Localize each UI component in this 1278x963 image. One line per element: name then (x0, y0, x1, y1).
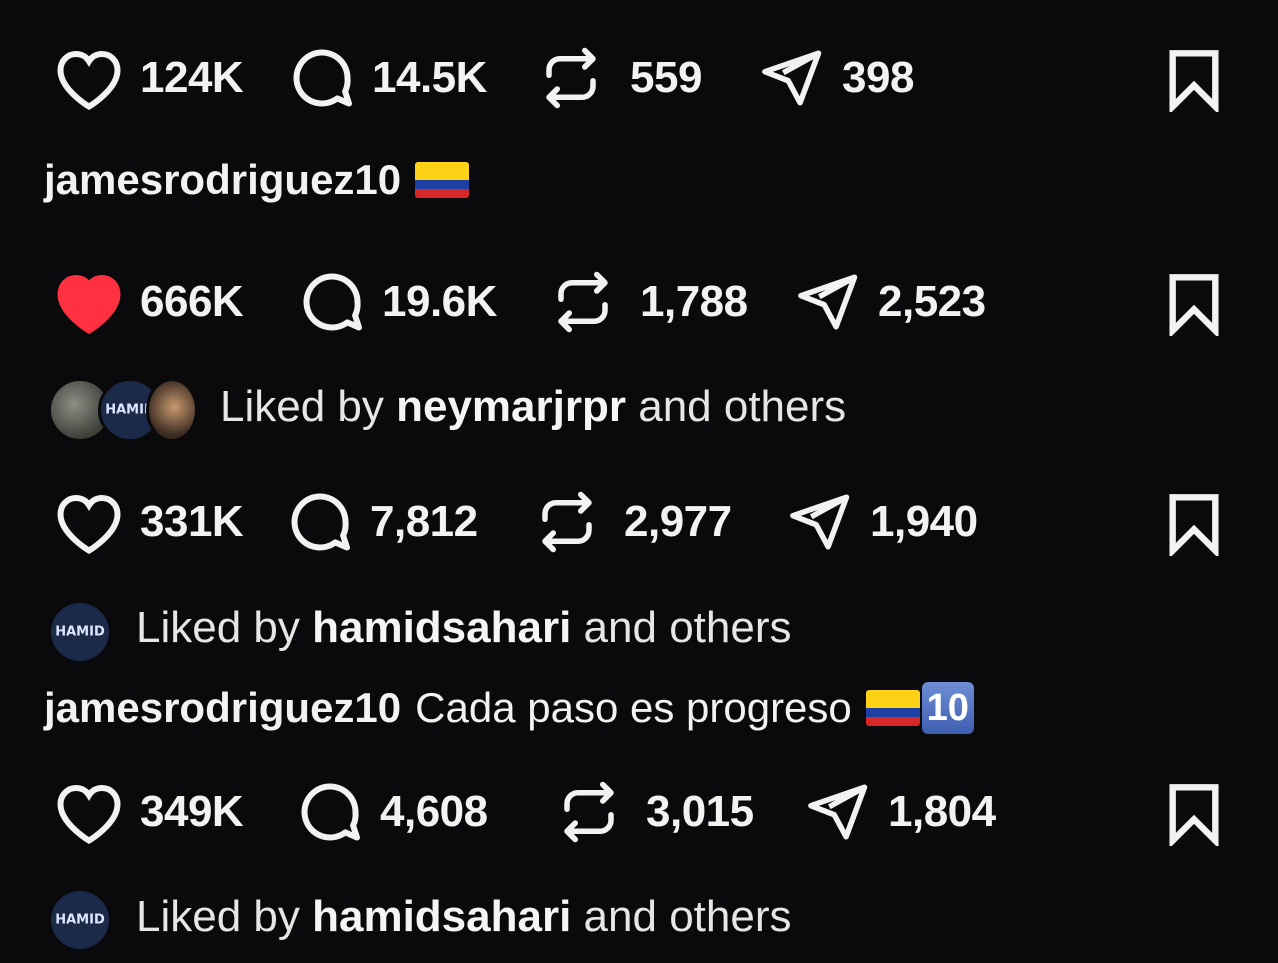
repost-count[interactable]: 559 (630, 38, 702, 118)
bookmark-icon (1169, 784, 1219, 849)
repost-count[interactable]: 2,977 (624, 482, 732, 562)
repost-icon (558, 271, 608, 333)
bookmark-button[interactable] (1166, 782, 1222, 851)
post-actions-row: 331K 7,812 2,977 1,940 (0, 482, 1278, 562)
comment-icon (301, 783, 360, 841)
comment-count[interactable]: 7,812 (370, 482, 478, 562)
bookmark-button[interactable] (1166, 492, 1222, 561)
liked-by-suffix: and others (626, 382, 847, 431)
like-button[interactable] (52, 262, 126, 342)
post-caption: jamesrodriguez10 (44, 152, 470, 208)
liked-by-text[interactable]: Liked by neymarjrpr and others (220, 382, 846, 432)
bookmark-icon (1169, 494, 1219, 559)
comment-count[interactable]: 4,608 (380, 772, 488, 852)
liked-by-prefix: Liked by (136, 892, 313, 941)
repost-icon (542, 491, 592, 553)
post-caption: jamesrodriguez10 Cada paso es progreso 1… (44, 680, 974, 736)
share-button[interactable] (784, 482, 854, 562)
share-button[interactable] (802, 772, 872, 852)
liked-by-text[interactable]: Liked by hamidsahari and others (136, 603, 791, 653)
heart-icon (57, 50, 121, 110)
repost-icon (564, 781, 614, 843)
liked-by-suffix: and others (571, 603, 792, 652)
repost-button[interactable] (550, 262, 616, 342)
comment-button[interactable] (284, 482, 356, 562)
heart-icon (57, 784, 121, 844)
comment-icon (303, 273, 362, 331)
heart-icon (57, 494, 121, 554)
liked-by-prefix: Liked by (220, 382, 397, 431)
share-icon (798, 274, 858, 330)
share-button[interactable] (792, 262, 862, 342)
liked-by-username[interactable]: hamidsahari (312, 892, 571, 941)
like-button[interactable] (52, 772, 126, 852)
comment-button[interactable] (286, 38, 358, 118)
repost-count[interactable]: 1,788 (640, 262, 748, 342)
share-count[interactable]: 1,940 (870, 482, 978, 562)
avatar-logo-text: HAMID (55, 912, 105, 928)
like-count[interactable]: 349K (140, 772, 244, 852)
liked-by-suffix: and others (571, 892, 792, 941)
comment-icon (291, 493, 350, 551)
bookmark-button[interactable] (1166, 272, 1222, 341)
share-icon (790, 494, 850, 550)
comment-button[interactable] (294, 772, 366, 852)
like-count[interactable]: 124K (140, 38, 244, 118)
heart-filled-icon (57, 274, 121, 334)
like-count[interactable]: 666K (140, 262, 244, 342)
caption-username[interactable]: jamesrodriguez10 (44, 684, 401, 732)
share-icon (762, 50, 822, 106)
like-count[interactable]: 331K (140, 482, 244, 562)
liked-by-text[interactable]: Liked by hamidsahari and others (136, 892, 791, 942)
flag-colombia-icon (865, 690, 920, 726)
share-count[interactable]: 2,523 (878, 262, 986, 342)
flag-colombia-icon (415, 162, 470, 198)
share-button[interactable] (756, 38, 826, 118)
repost-button[interactable] (534, 482, 600, 562)
repost-icon (546, 47, 596, 109)
post-actions-row: 349K 4,608 3,015 1,804 (0, 772, 1278, 852)
avatar (146, 378, 198, 442)
liked-by-username[interactable]: neymarjrpr (396, 382, 626, 431)
post-actions-row: 666K 19.6K 1,788 2,523 (0, 262, 1278, 342)
liked-by-username[interactable]: hamidsahari (312, 603, 571, 652)
like-button[interactable] (52, 482, 126, 562)
avatar-logo-text: HAMID (55, 624, 105, 640)
avatar[interactable]: HAMID (48, 888, 112, 952)
liked-by-avatars[interactable]: HAMID (48, 378, 198, 442)
share-icon (808, 784, 868, 840)
bookmark-button[interactable] (1166, 48, 1222, 117)
repost-button[interactable] (556, 772, 622, 852)
caption-text: Cada paso es progreso (415, 684, 852, 731)
repost-button[interactable] (538, 38, 604, 118)
share-count[interactable]: 1,804 (888, 772, 996, 852)
comment-icon (293, 49, 352, 107)
avatar[interactable]: HAMID (48, 600, 112, 664)
bookmark-icon (1169, 274, 1219, 339)
like-button[interactable] (52, 38, 126, 118)
share-count[interactable]: 398 (842, 38, 914, 118)
repost-count[interactable]: 3,015 (646, 772, 754, 852)
liked-by-prefix: Liked by (136, 603, 313, 652)
caption-username[interactable]: jamesrodriguez10 (44, 156, 401, 204)
keycap-10-icon: 10 (921, 682, 974, 734)
post-actions-row: 124K 14.5K 559 398 (0, 38, 1278, 118)
bookmark-icon (1169, 50, 1219, 115)
comment-count[interactable]: 14.5K (372, 38, 487, 118)
comment-button[interactable] (296, 262, 368, 342)
comment-count[interactable]: 19.6K (382, 262, 497, 342)
